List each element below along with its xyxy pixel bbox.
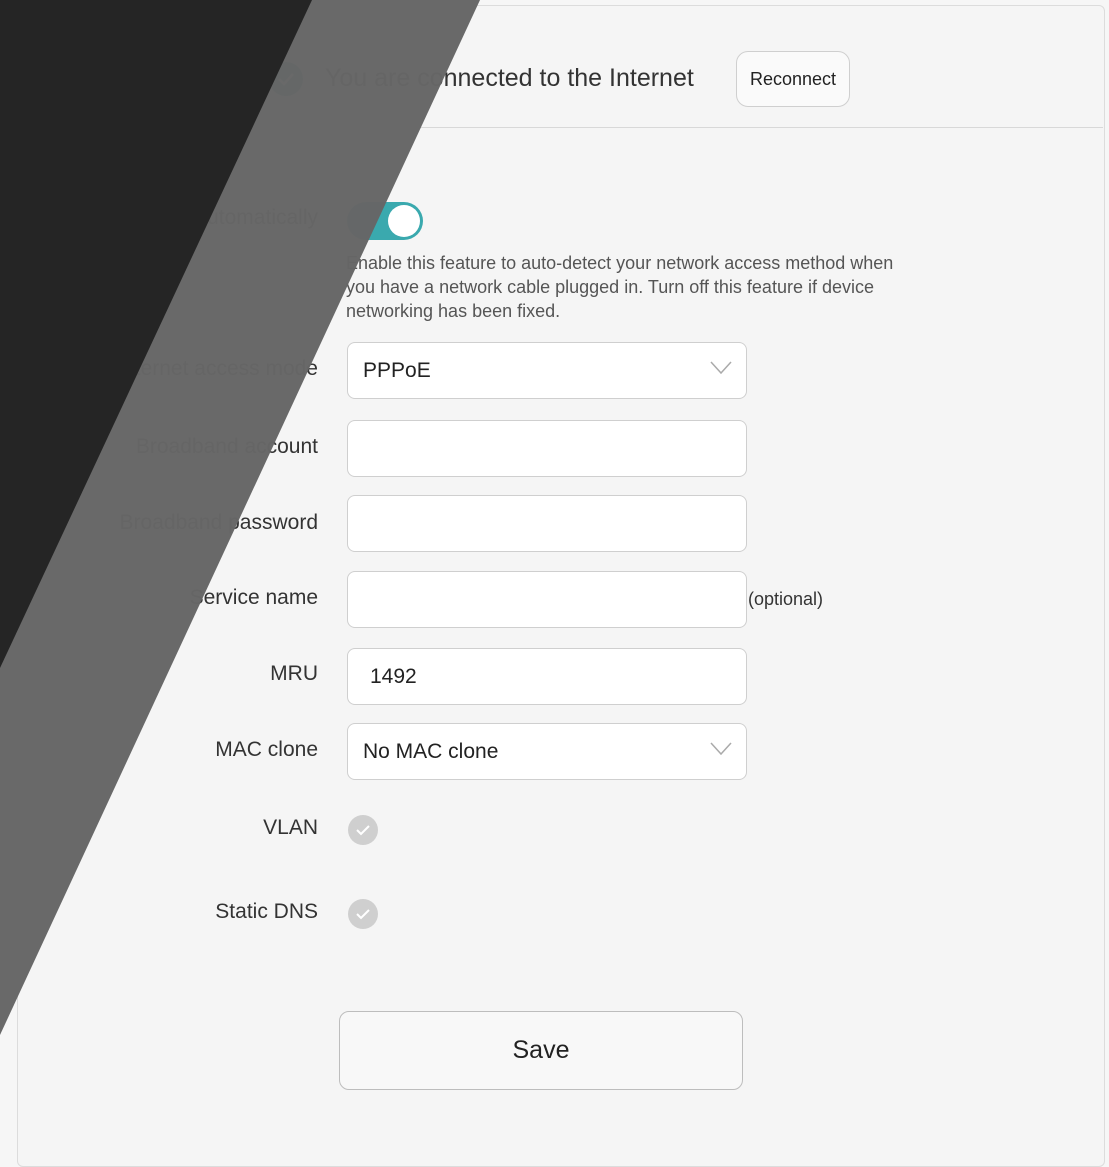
check-icon xyxy=(356,825,370,836)
mru-label: MRU xyxy=(270,662,318,685)
service-name-label: Service name xyxy=(189,586,318,609)
broadband-password-label: Broadband password xyxy=(119,511,318,534)
broadband-password-input[interactable] xyxy=(347,495,747,552)
static-dns-label: Static DNS xyxy=(215,900,318,923)
reconnect-button[interactable]: Reconnect xyxy=(736,51,850,107)
access-mode-select[interactable]: PPPoE xyxy=(347,342,747,399)
auto-detect-label: Automatically xyxy=(193,206,318,229)
mru-input[interactable]: 1492 xyxy=(347,648,747,705)
vlan-label: VLAN xyxy=(263,816,318,839)
broadband-account-input[interactable] xyxy=(347,420,747,477)
broadband-account-label: Broadband account xyxy=(135,435,318,458)
chevron-down-icon xyxy=(710,742,732,756)
vlan-checkbox[interactable] xyxy=(348,815,378,845)
toggle-knob xyxy=(388,205,420,237)
save-button[interactable]: Save xyxy=(339,1011,743,1090)
check-circle-icon xyxy=(269,62,303,96)
mac-clone-select[interactable]: No MAC clone xyxy=(347,723,747,780)
access-mode-value: PPPoE xyxy=(363,358,431,382)
chevron-down-icon xyxy=(710,361,732,375)
auto-detect-toggle[interactable] xyxy=(347,202,423,240)
access-mode-label: Internet access mode xyxy=(117,357,318,380)
service-name-input[interactable] xyxy=(347,571,747,628)
mac-clone-label: MAC clone xyxy=(215,738,318,761)
static-dns-checkbox[interactable] xyxy=(348,899,378,929)
service-name-optional-hint: (optional) xyxy=(748,589,824,609)
auto-detect-help-text: Enable this feature to auto-detect your … xyxy=(346,253,894,321)
mru-value: 1492 xyxy=(370,664,417,688)
connection-status-text: You are connected to the Internet xyxy=(325,64,694,92)
mac-clone-value: No MAC clone xyxy=(363,739,499,763)
check-icon xyxy=(356,909,370,920)
